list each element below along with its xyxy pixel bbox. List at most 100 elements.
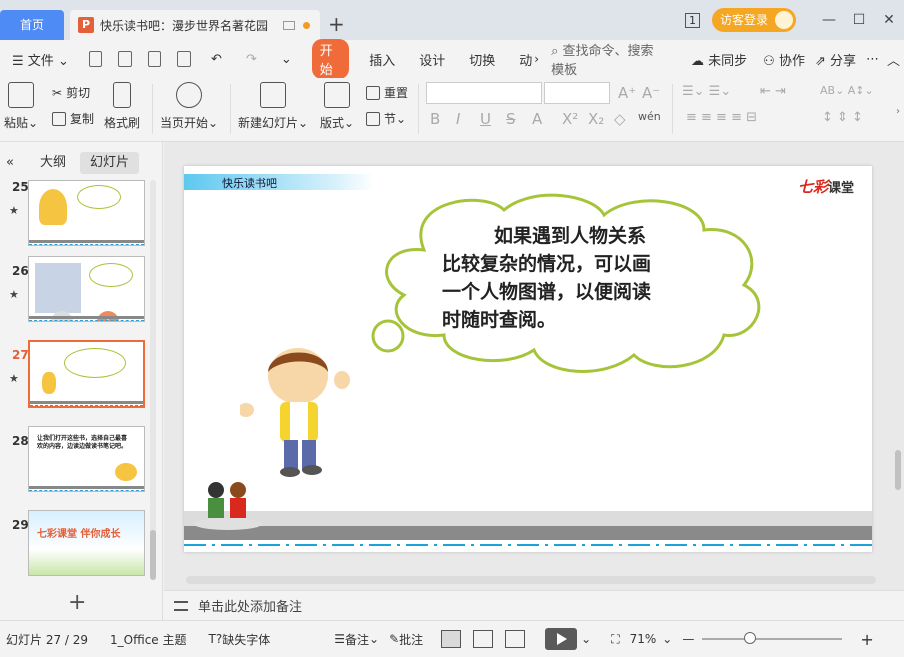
- user-icon: ⚇: [763, 53, 779, 69]
- phonetic-guide-button[interactable]: wén: [638, 110, 661, 123]
- subscript-button[interactable]: X₂: [588, 110, 604, 128]
- search-placeholder: 查找命令、搜索模板: [551, 44, 654, 78]
- collaborate-button[interactable]: ⚇ 协作: [759, 50, 809, 69]
- document-tab[interactable]: P 快乐读书吧：漫步世界名著花园: [70, 10, 320, 40]
- slide-thumbnail-29[interactable]: 七彩课堂 伴你成长: [28, 510, 145, 576]
- play-from-current-button[interactable]: 当页开始⌄: [160, 82, 218, 131]
- editor-horizontal-scrollbar[interactable]: [186, 576, 876, 584]
- zoom-dropdown[interactable]: ⌄: [662, 632, 672, 646]
- normal-view-button[interactable]: [441, 630, 462, 648]
- slide-thumbnail-27[interactable]: [28, 340, 145, 408]
- editor-vertical-scrollbar[interactable]: [893, 150, 903, 586]
- zoom-slider[interactable]: [702, 632, 843, 644]
- bullet-list-icon[interactable]: ☰⌄ ☰⌄: [682, 84, 731, 99]
- clear-format-icon[interactable]: ◇: [614, 110, 626, 128]
- paste-button[interactable]: 粘贴⌄: [4, 82, 38, 131]
- slideshow-button[interactable]: [545, 628, 578, 650]
- save-icon[interactable]: [88, 51, 103, 67]
- fit-window-icon[interactable]: ⛶: [611, 632, 619, 647]
- line-spacing-icons[interactable]: ↕ ⇕ ↕: [822, 110, 863, 125]
- comments-button[interactable]: ✎ 批注: [389, 631, 423, 648]
- tab-outline[interactable]: 大纲: [30, 152, 76, 174]
- text-direction-icon[interactable]: AB⌄ A↕⌄: [820, 84, 874, 97]
- slide-sorter-view-button[interactable]: [473, 630, 494, 648]
- font-family-select[interactable]: [426, 82, 542, 104]
- superscript-button[interactable]: X²: [562, 110, 578, 128]
- avatar-icon: [775, 11, 793, 29]
- slide-thumbnail-28[interactable]: 让我们打开这些书，选择自己最喜欢的内容，边读边做读书笔记吧。: [28, 426, 145, 492]
- export-icon[interactable]: [118, 51, 132, 67]
- zoom-in-button[interactable]: +: [860, 630, 873, 649]
- editor-vertical-scrollbar-thumb[interactable]: [895, 450, 901, 490]
- collapse-ribbon-button[interactable]: ︿: [883, 50, 904, 69]
- status-bar: 幻灯片 27 / 29 1_Office 主题 T? 缺失字体 ☰ 备注 ⌄ ✎…: [0, 620, 904, 657]
- home-tab[interactable]: 首页: [0, 10, 64, 40]
- page-indicator[interactable]: 1: [684, 12, 700, 28]
- command-search[interactable]: ⌕ 查找命令、搜索模板: [551, 40, 657, 78]
- tab-insert[interactable]: 插入: [357, 50, 407, 69]
- undo-button[interactable]: ↶: [199, 52, 234, 67]
- print-icon[interactable]: [147, 51, 162, 67]
- more-tabs-button[interactable]: ›: [534, 52, 539, 66]
- slide-number: 29: [12, 518, 29, 532]
- print-preview-icon[interactable]: [177, 51, 192, 67]
- notes-pane[interactable]: 单击此处添加备注: [164, 590, 904, 620]
- slide-thumbnail-26[interactable]: +: [28, 256, 145, 322]
- new-slide-button[interactable]: 新建幻灯片⌄: [238, 82, 308, 131]
- collapse-panel-button[interactable]: «: [0, 152, 24, 174]
- monitor-icon[interactable]: [283, 20, 295, 30]
- maximize-button[interactable]: ☐: [844, 12, 874, 28]
- copy-button[interactable]: 复制: [52, 110, 94, 127]
- close-button[interactable]: ✕: [874, 12, 904, 28]
- tab-start[interactable]: 开始: [311, 39, 350, 79]
- slide-thumbnail-25[interactable]: [28, 180, 145, 246]
- ribbon-scroll-right[interactable]: ›: [896, 106, 900, 117]
- redo-button[interactable]: ↷: [234, 52, 269, 67]
- tab-slides[interactable]: 幻灯片: [80, 152, 140, 174]
- sync-status-button[interactable]: ☁ 未同步: [679, 50, 759, 69]
- new-tab-button[interactable]: +: [328, 12, 345, 36]
- layout-button[interactable]: 版式⌄: [320, 82, 354, 131]
- reading-children-image: [194, 482, 262, 530]
- share-label: 分享: [829, 53, 856, 69]
- add-slide-button[interactable]: +: [68, 590, 86, 615]
- share-button[interactable]: ⇗ 分享: [809, 50, 862, 69]
- italic-button[interactable]: I: [456, 110, 460, 128]
- underline-button[interactable]: U: [480, 110, 491, 128]
- visitor-login-button[interactable]: 访客登录: [711, 8, 796, 32]
- missing-font-button[interactable]: T? 缺失字体: [209, 631, 271, 648]
- cloud-text-line-1: 如果遇到人物关系: [494, 225, 647, 247]
- bold-button[interactable]: B: [430, 110, 440, 128]
- current-slide[interactable]: 快乐读书吧 七彩课堂 如果遇到人物关系 比较复杂的情况，可以画 一个人物图谱，以…: [184, 166, 872, 552]
- panel-scrollbar[interactable]: [150, 180, 156, 580]
- cut-button[interactable]: ✂ 剪切: [52, 84, 90, 101]
- file-menu[interactable]: ☰ 文件 ⌄: [0, 50, 81, 69]
- tab-design[interactable]: 设计: [407, 50, 457, 69]
- section-button[interactable]: 节 ⌄: [366, 110, 406, 127]
- reset-button[interactable]: 重置: [366, 84, 408, 101]
- align-icons[interactable]: ≡ ≡ ≡ ≡ ⊟: [686, 110, 757, 125]
- panel-scrollbar-thumb[interactable]: [150, 530, 156, 580]
- scissors-icon: ✂: [52, 85, 63, 100]
- quick-access-dropdown[interactable]: ⌄: [269, 52, 304, 67]
- notes-toggle-button[interactable]: ☰ 备注 ⌄: [334, 631, 379, 648]
- font-color-button[interactable]: A: [532, 110, 542, 128]
- zoom-level[interactable]: 71%: [630, 632, 657, 646]
- zoom-out-button[interactable]: —: [682, 632, 694, 646]
- cloud-text[interactable]: 如果遇到人物关系 比较复杂的情况，可以画 一个人物图谱，以便阅读 时随时查阅。: [442, 222, 712, 334]
- font-size-select[interactable]: [544, 82, 610, 104]
- slideshow-dropdown[interactable]: ⌄: [581, 632, 591, 646]
- more-options-button[interactable]: ⋯: [862, 52, 883, 67]
- indent-icon[interactable]: ⇤ ⇥: [760, 84, 786, 99]
- format-painter-button[interactable]: 格式刷: [104, 82, 140, 131]
- tab-transition[interactable]: 切换: [457, 50, 507, 69]
- minimize-button[interactable]: —: [814, 12, 844, 28]
- zoom-slider-handle[interactable]: [744, 632, 757, 644]
- decrease-font-icon[interactable]: A⁻: [642, 84, 660, 102]
- tab-animation[interactable]: 动: [507, 50, 534, 69]
- reading-view-button[interactable]: [505, 630, 526, 648]
- slide-header-text: 快乐读书吧: [222, 177, 277, 190]
- strikethrough-button[interactable]: S: [506, 110, 516, 128]
- increase-font-icon[interactable]: A⁺: [618, 84, 636, 102]
- file-menu-label: 文件: [27, 53, 54, 69]
